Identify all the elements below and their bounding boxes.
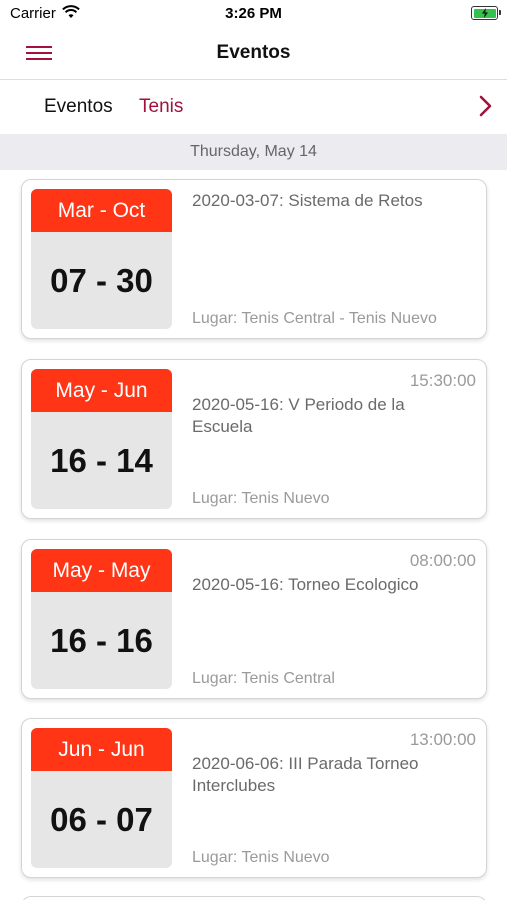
- event-time: 15:30:00: [409, 371, 476, 390]
- category-tabs: Eventos Tenis: [0, 80, 507, 134]
- status-bar: Carrier 3:26 PM: [0, 0, 507, 28]
- clock: 3:26 PM: [225, 5, 282, 22]
- chevron-right-icon[interactable]: [475, 94, 495, 118]
- month-range: May - May: [31, 549, 172, 592]
- month-range: Mar - Oct: [31, 189, 172, 232]
- event-title: 2020-03-07: Sistema de Retos: [192, 191, 423, 210]
- event-card[interactable]: Jun - Jun 06 - 07 13:00:00 2020-06-06: I…: [21, 718, 487, 878]
- calendar-badge: Jun - Jun 06 - 07: [31, 728, 172, 868]
- day-range: 06 - 07: [50, 801, 153, 838]
- event-card[interactable]: May - Jun 16 - 14 15:30:00 2020-05-16: V…: [21, 359, 487, 519]
- tab-tenis[interactable]: Tenis: [139, 96, 183, 118]
- month-range: May - Jun: [31, 369, 172, 412]
- event-list: Mar - Oct 07 - 30 2020-03-07: Sistema de…: [0, 170, 507, 900]
- event-place: Lugar: Tenis Nuevo: [192, 849, 330, 866]
- event-card[interactable]: May - May 16 - 16 08:00:00 2020-05-16: T…: [21, 539, 487, 699]
- calendar-badge: May - May 16 - 16: [31, 549, 172, 689]
- event-card[interactable]: Mar - Oct 07 - 30 2020-03-07: Sistema de…: [21, 179, 487, 339]
- calendar-badge: May - Jun 16 - 14: [31, 369, 172, 509]
- event-title: 2020-05-16: Torneo Ecologico: [192, 575, 419, 594]
- event-card-partial[interactable]: [21, 896, 487, 900]
- day-range: 07 - 30: [50, 262, 153, 299]
- navigation-bar: Eventos: [0, 28, 507, 80]
- date-section-header: Thursday, May 14: [0, 134, 507, 170]
- month-range: Jun - Jun: [31, 728, 172, 771]
- event-time: 08:00:00: [409, 551, 476, 570]
- event-time: 13:00:00: [409, 730, 476, 749]
- event-place: Lugar: Tenis Central - Tenis Nuevo: [192, 310, 437, 327]
- day-range: 16 - 14: [50, 442, 153, 479]
- event-place: Lugar: Tenis Central: [192, 670, 335, 687]
- event-place: Lugar: Tenis Nuevo: [192, 490, 330, 507]
- event-title: 2020-05-16: V Periodo de la Escuela: [192, 395, 405, 436]
- battery-icon: [471, 6, 501, 20]
- tab-eventos[interactable]: Eventos: [44, 96, 113, 118]
- calendar-badge: Mar - Oct 07 - 30: [31, 189, 172, 329]
- page-title: Eventos: [216, 42, 291, 63]
- event-title: 2020-06-06: III Parada Torneo Interclube…: [192, 754, 419, 795]
- day-range: 16 - 16: [50, 622, 153, 659]
